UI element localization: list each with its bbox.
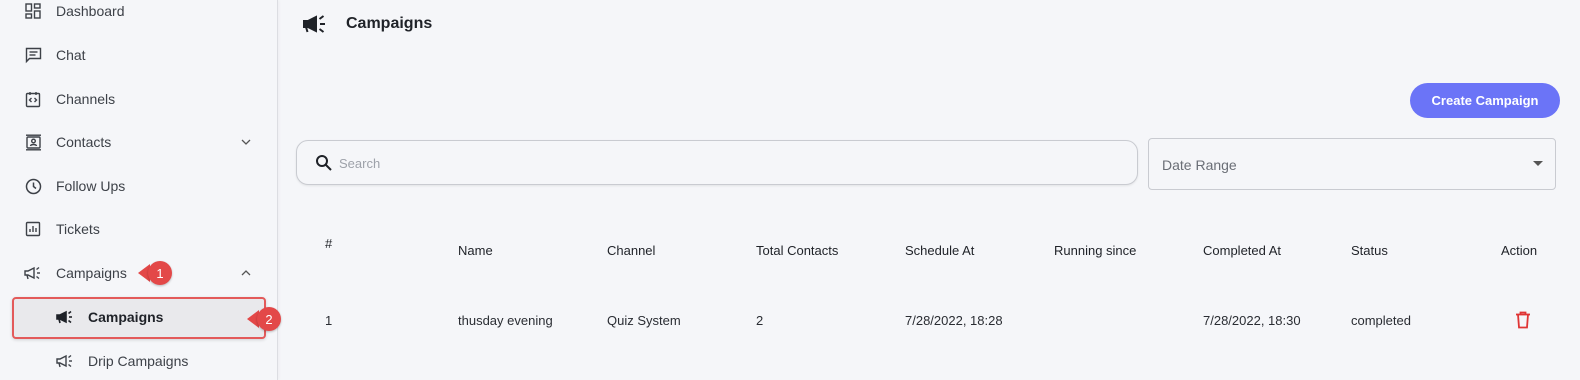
column-header-index: # — [325, 236, 333, 251]
sidebar-subitem-label: Drip Campaigns — [88, 353, 189, 369]
sidebar-item-label: Campaigns — [56, 265, 127, 281]
sidebar: Dashboard Chat Channels Contacts Follow … — [0, 0, 278, 380]
sidebar-item-tickets[interactable]: Tickets — [0, 209, 278, 249]
sidebar-item-channels[interactable]: Channels — [0, 79, 278, 119]
chevron-up-icon[interactable] — [240, 267, 252, 279]
contacts-icon — [24, 133, 42, 151]
search-box — [296, 140, 1138, 185]
sidebar-item-follow-ups[interactable]: Follow Ups — [0, 166, 278, 206]
sidebar-subitem-campaigns[interactable]: Campaigns — [0, 298, 278, 336]
chat-icon — [24, 46, 42, 64]
column-header-schedule-at: Schedule At — [905, 243, 975, 258]
cell-status: completed — [1351, 313, 1411, 328]
dashboard-icon — [24, 2, 42, 20]
sidebar-item-label: Chat — [56, 47, 86, 63]
cell-total-contacts: 2 — [756, 313, 764, 328]
sidebar-item-label: Dashboard — [56, 3, 125, 19]
sidebar-item-chat[interactable]: Chat — [0, 35, 278, 75]
cell-schedule-at: 7/28/2022, 18:28 — [905, 313, 1003, 328]
page-header: Campaigns — [302, 10, 432, 38]
megaphone-icon — [302, 14, 330, 34]
create-campaign-button[interactable]: Create Campaign — [1410, 83, 1560, 118]
clock-icon — [24, 177, 42, 195]
trash-icon — [1516, 311, 1530, 329]
sidebar-subitem-drip-campaigns[interactable]: Drip Campaigns — [0, 342, 278, 380]
delete-button[interactable] — [1513, 310, 1533, 330]
column-header-action: Action — [1501, 243, 1538, 258]
cell-index: 1 — [325, 313, 333, 328]
channels-icon — [24, 90, 42, 108]
sidebar-item-label: Tickets — [56, 221, 100, 237]
column-header-status: Status — [1351, 243, 1388, 258]
column-header-running-since: Running since — [1054, 243, 1137, 258]
sidebar-item-label: Follow Ups — [56, 178, 126, 194]
sidebar-item-contacts[interactable]: Contacts — [0, 122, 278, 162]
column-header-total-contacts: Total Contacts — [756, 243, 839, 258]
annotation-badge-1: 1 — [138, 261, 172, 285]
column-header-completed-at: Completed At — [1203, 243, 1282, 258]
caret-down-icon — [1533, 161, 1543, 166]
annotation-number: 1 — [148, 261, 172, 285]
sidebar-item-label: Channels — [56, 91, 116, 107]
search-icon — [315, 154, 333, 172]
annotation-badge-2: 2 — [247, 307, 281, 331]
cell-channel: Quiz System — [607, 313, 681, 328]
cell-completed-at: 7/28/2022, 18:30 — [1203, 313, 1301, 328]
sidebar-item-dashboard[interactable]: Dashboard — [0, 0, 278, 31]
megaphone-icon — [56, 352, 74, 370]
search-input[interactable] — [339, 151, 1119, 175]
cell-name: thusday evening — [458, 313, 553, 328]
column-header-channel: Channel — [607, 243, 656, 258]
annotation-number: 2 — [257, 307, 281, 331]
date-range-select[interactable]: Date Range — [1148, 138, 1556, 190]
megaphone-icon — [24, 264, 42, 282]
page-title: Campaigns — [346, 15, 433, 32]
chevron-down-icon[interactable] — [240, 136, 252, 148]
tickets-icon — [24, 220, 42, 238]
sidebar-item-label: Contacts — [56, 134, 112, 150]
column-header-name: Name — [458, 243, 493, 258]
date-range-label: Date Range — [1162, 157, 1237, 173]
app-root: Dashboard Chat Channels Contacts Follow … — [0, 0, 1580, 380]
sidebar-subitem-label: Campaigns — [88, 309, 164, 325]
megaphone-icon — [56, 308, 74, 326]
